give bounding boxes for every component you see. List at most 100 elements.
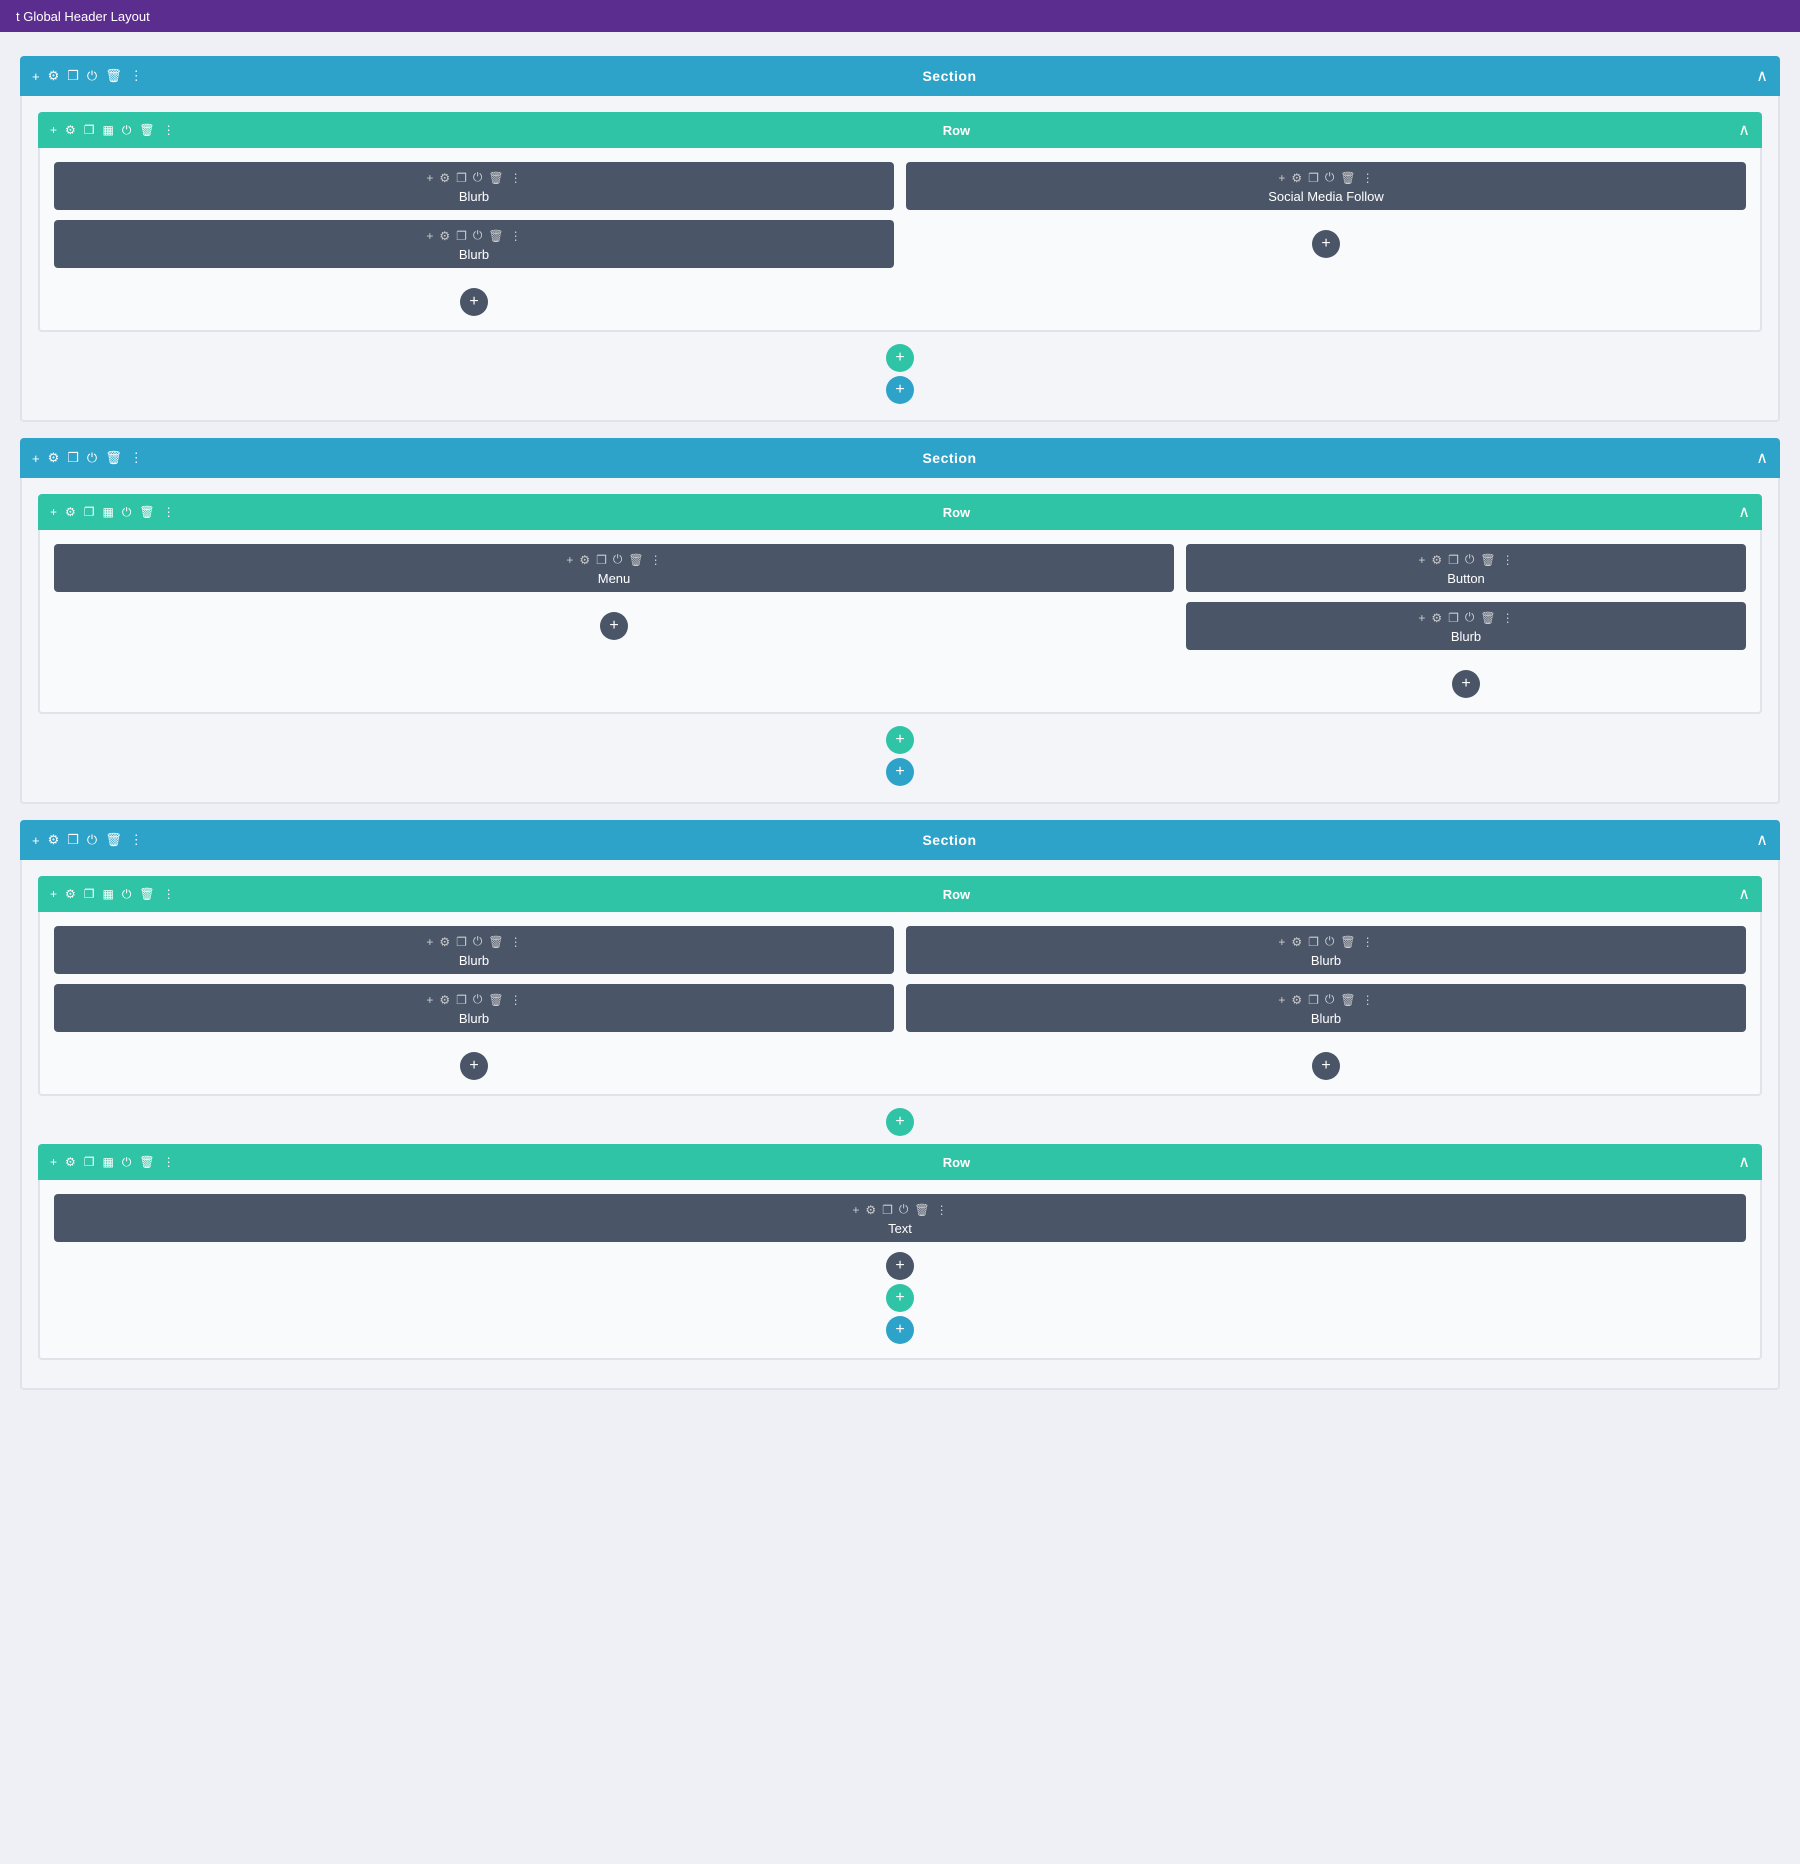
- dots-icon[interactable]: ⋮: [163, 505, 175, 519]
- section-2-chevron[interactable]: ∧: [1756, 448, 1768, 468]
- grid-icon[interactable]: ▦: [103, 123, 114, 137]
- duplicate-icon[interactable]: ❐: [84, 887, 95, 901]
- module-blurb-1[interactable]: +⚙❐⏻🗑⋮ Blurb: [54, 162, 894, 210]
- module-blurb-s2-label: Blurb: [1451, 629, 1481, 644]
- trash-icon[interactable]: 🗑: [105, 450, 122, 466]
- section-2-body: + ⚙ ❐ ▦ ⏻ 🗑 ⋮ Row ∧: [20, 478, 1780, 804]
- row-3-1-title: Row: [175, 887, 1739, 902]
- row-3-1-chevron[interactable]: ∧: [1738, 884, 1750, 904]
- gear-icon[interactable]: ⚙: [65, 887, 76, 901]
- section-bar-3[interactable]: + ⚙ ❐ ⏻ 🗑 ⋮ Section ∧: [20, 820, 1780, 860]
- dots-icon[interactable]: ⋮: [163, 123, 175, 137]
- module-2-label: Blurb: [459, 247, 489, 262]
- row-3-2-chevron[interactable]: ∧: [1738, 1152, 1750, 1172]
- add-row-btn-s2[interactable]: +: [886, 726, 914, 754]
- trash-icon[interactable]: 🗑: [139, 1155, 154, 1169]
- duplicate-icon[interactable]: ❐: [67, 450, 79, 466]
- grid-icon[interactable]: ▦: [103, 887, 114, 901]
- trash-icon[interactable]: 🗑: [105, 832, 122, 848]
- power-icon[interactable]: ⏻: [122, 505, 132, 520]
- module-blurb-3-4[interactable]: +⚙❐⏻🗑⋮ Blurb: [906, 984, 1746, 1032]
- add-module-btn-text-row[interactable]: +: [886, 1252, 914, 1280]
- top-bar: t Global Header Layout: [0, 0, 1800, 32]
- section-3-title: Section: [143, 832, 1757, 848]
- plus-icon[interactable]: +: [50, 123, 57, 137]
- gear-icon[interactable]: ⚙: [48, 68, 60, 84]
- duplicate-icon[interactable]: ❐: [84, 1155, 95, 1169]
- gear-icon[interactable]: ⚙: [65, 1155, 76, 1169]
- module-menu[interactable]: +⚙❐⏻🗑⋮ Menu: [54, 544, 1174, 592]
- row-1-1-chevron[interactable]: ∧: [1738, 120, 1750, 140]
- power-icon[interactable]: ⏻: [87, 68, 97, 84]
- module-blurb-s2[interactable]: +⚙❐⏻🗑⋮ Blurb: [1186, 602, 1746, 650]
- dots-icon[interactable]: ⋮: [130, 450, 143, 466]
- power-icon[interactable]: ⏻: [122, 1155, 132, 1170]
- power-icon[interactable]: ⏻: [87, 832, 97, 848]
- duplicate-icon[interactable]: ❐: [67, 68, 79, 84]
- add-module-btn-menu-col[interactable]: +: [600, 612, 628, 640]
- trash-icon[interactable]: 🗑: [139, 887, 154, 901]
- grid-icon[interactable]: ▦: [103, 1155, 114, 1169]
- duplicate-icon[interactable]: ❐: [67, 832, 79, 848]
- plus-icon[interactable]: +: [50, 1155, 57, 1169]
- plus-icon[interactable]: +: [32, 69, 40, 84]
- dots-icon[interactable]: ⋮: [163, 1155, 175, 1169]
- module-blurb-3-2[interactable]: +⚙❐⏻🗑⋮ Blurb: [54, 984, 894, 1032]
- row-bar-1-1[interactable]: + ⚙ ❐ ▦ ⏻ 🗑 ⋮ Row ∧: [38, 112, 1762, 148]
- add-module-btn-s3-c1[interactable]: +: [460, 1052, 488, 1080]
- row-3-2-title: Row: [175, 1155, 1739, 1170]
- row-bar-2-1[interactable]: + ⚙ ❐ ▦ ⏻ 🗑 ⋮ Row ∧: [38, 494, 1762, 530]
- power-icon[interactable]: ⏻: [87, 450, 97, 466]
- dots-icon[interactable]: ⋮: [130, 68, 143, 84]
- module-button-label: Button: [1447, 571, 1485, 586]
- trash-icon[interactable]: 🗑: [139, 505, 154, 519]
- section-bar-1[interactable]: + ⚙ ❐ ⏻ 🗑 ⋮ Section ∧: [20, 56, 1780, 96]
- module-text[interactable]: +⚙❐⏻🗑⋮ Text: [54, 1194, 1746, 1242]
- section-bar-2[interactable]: + ⚙ ❐ ⏻ 🗑 ⋮ Section ∧: [20, 438, 1780, 478]
- module-social[interactable]: +⚙❐⏻🗑⋮ Social Media Follow: [906, 162, 1746, 210]
- grid-icon[interactable]: ▦: [103, 505, 114, 519]
- plus-icon[interactable]: +: [32, 451, 40, 466]
- add-module-btn-col1[interactable]: +: [460, 288, 488, 316]
- add-module-btn-s3-c2[interactable]: +: [1312, 1052, 1340, 1080]
- row-wrapper-2-1: + ⚙ ❐ ▦ ⏻ 🗑 ⋮ Row ∧: [38, 494, 1762, 714]
- trash-icon[interactable]: 🗑: [139, 123, 154, 137]
- module-blurb-2[interactable]: +⚙❐⏻🗑⋮ Blurb: [54, 220, 894, 268]
- add-module-btn-col2[interactable]: +: [1312, 230, 1340, 258]
- add-section-btn-s2[interactable]: +: [886, 758, 914, 786]
- gear-icon[interactable]: ⚙: [65, 123, 76, 137]
- module-1-label: Blurb: [459, 189, 489, 204]
- plus-icon[interactable]: +: [50, 887, 57, 901]
- module-blurb-3-3[interactable]: +⚙❐⏻🗑⋮ Blurb: [906, 926, 1746, 974]
- plus-icon[interactable]: +: [50, 505, 57, 519]
- section-1-chevron[interactable]: ∧: [1756, 66, 1768, 86]
- section-wrapper-2: + ⚙ ❐ ⏻ 🗑 ⋮ Section ∧ + ⚙ ❐ ▦ ⏻: [20, 438, 1780, 804]
- gear-icon[interactable]: ⚙: [48, 450, 60, 466]
- add-row-btn-s1[interactable]: +: [886, 344, 914, 372]
- module-text-label: Text: [888, 1221, 912, 1236]
- gear-icon[interactable]: ⚙: [65, 505, 76, 519]
- module-button[interactable]: +⚙❐⏻🗑⋮ Button: [1186, 544, 1746, 592]
- add-row-btn-s3-r2[interactable]: +: [886, 1284, 914, 1312]
- gear-icon[interactable]: ⚙: [48, 832, 60, 848]
- row-bar-3-1[interactable]: + ⚙ ❐ ▦ ⏻ 🗑 ⋮ Row ∧: [38, 876, 1762, 912]
- add-section-btn-s3[interactable]: +: [886, 1316, 914, 1344]
- row-bar-3-2[interactable]: + ⚙ ❐ ▦ ⏻ 🗑 ⋮ Row ∧: [38, 1144, 1762, 1180]
- add-module-btn-right-s2[interactable]: +: [1452, 670, 1480, 698]
- module-3-2-label: Blurb: [459, 1011, 489, 1026]
- row-2-1-chevron[interactable]: ∧: [1738, 502, 1750, 522]
- col-2-1-2: +⚙❐⏻🗑⋮ Button +⚙❐⏻🗑⋮ Blurb: [1186, 544, 1746, 698]
- dots-icon[interactable]: ⋮: [163, 887, 175, 901]
- section-3-chevron[interactable]: ∧: [1756, 830, 1768, 850]
- power-icon[interactable]: ⏻: [122, 887, 132, 902]
- add-section-btn-s1[interactable]: +: [886, 376, 914, 404]
- dots-icon[interactable]: ⋮: [130, 832, 143, 848]
- power-icon[interactable]: ⏻: [122, 123, 132, 138]
- duplicate-icon[interactable]: ❐: [84, 505, 95, 519]
- plus-icon[interactable]: +: [32, 833, 40, 848]
- add-row-btn-between-s3[interactable]: +: [886, 1108, 914, 1136]
- trash-icon[interactable]: 🗑: [105, 68, 122, 84]
- row-wrapper-3-1: + ⚙ ❐ ▦ ⏻ 🗑 ⋮ Row ∧: [38, 876, 1762, 1096]
- duplicate-icon[interactable]: ❐: [84, 123, 95, 137]
- module-blurb-3-1[interactable]: +⚙❐⏻🗑⋮ Blurb: [54, 926, 894, 974]
